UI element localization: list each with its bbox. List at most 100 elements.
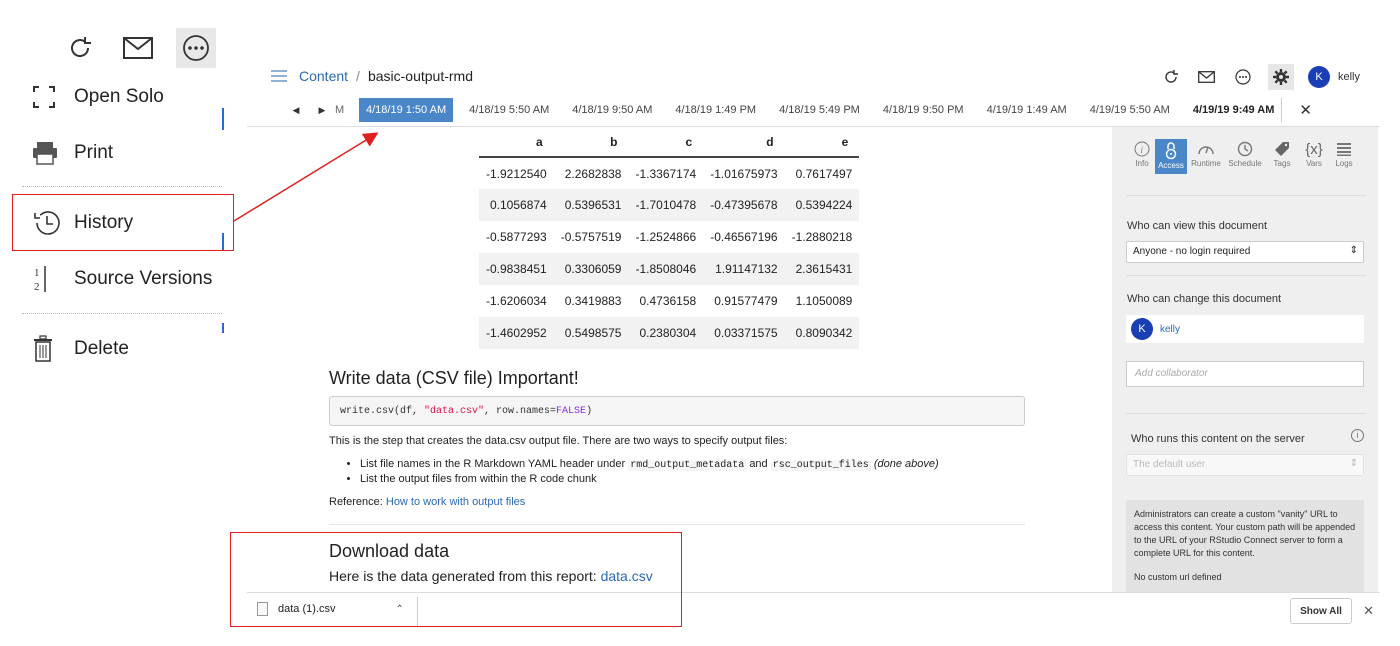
tab-label: Logs [1335,159,1353,168]
more-icon[interactable] [176,28,216,68]
table-header-row: a b c d e [479,127,860,158]
breadcrumb-current: basic-output-rmd [367,68,473,84]
menu-item-label: Delete [74,338,129,359]
table-cell: 0.7617497 [795,166,853,181]
view-access-select[interactable]: Anyone - no login required ⇕ [1126,241,1364,263]
info-icon[interactable]: i [1351,429,1364,442]
braces-icon: {x} [1305,140,1323,158]
table-cell: 0.91577479 [714,294,778,308]
close-icon[interactable]: ✕ [1363,603,1374,619]
table-cell: -1.7010478 [628,189,704,221]
table-cell: -1.3367174 [635,166,697,181]
mail-icon[interactable] [1196,66,1218,88]
tab-access[interactable]: Access [1155,139,1187,174]
collaborator-entry[interactable]: K kelly [1126,315,1364,343]
next-version-arrow[interactable]: ▶ [309,105,335,116]
lock-icon [1155,141,1187,161]
inline-code: rmd_output_metadata [628,460,747,471]
tab-tags[interactable]: Tags [1266,139,1298,174]
version-item[interactable]: 4/18/19 5:49 PM [772,98,867,122]
breadcrumb-separator: / [356,68,360,84]
vanity-description: Administrators can create a custom "vani… [1134,509,1356,558]
hamburger-icon[interactable] [271,67,287,85]
menu-item-print[interactable]: Print [22,127,222,179]
intro-paragraph: This is the step that creates the data.c… [329,435,788,447]
runs-as-select: The default user ⇕ [1126,454,1364,476]
breadcrumb-content-link[interactable]: Content [299,68,348,84]
gear-icon[interactable] [1267,64,1294,90]
list-item: List the output files from within the R … [360,473,939,488]
gauge-icon [1188,139,1224,159]
tab-label: Vars [1306,159,1322,168]
prev-version-arrow[interactable]: ◀ [283,105,309,116]
table-cell: 0.5394224 [784,189,860,221]
vanity-url-note: Administrators can create a custom "vani… [1126,500,1364,592]
version-item[interactable]: 4/18/19 9:50 AM [565,98,659,122]
change-access-label: Who can change this document [1127,293,1282,305]
avatar[interactable]: K [1307,66,1330,88]
table-cell: 0.3306059 [553,253,629,285]
table-cell: -1.2880218 [791,230,853,244]
table-cell: 1.91147132 [703,253,785,285]
reference-link[interactable]: How to work with output files [386,496,525,508]
menu-item-source-versions[interactable]: 12 Source Versions [22,253,222,305]
column-header: c [628,127,704,158]
column-header: b [553,127,629,158]
more-icon[interactable] [1232,66,1254,88]
table-cell: 0.4736158 [639,294,697,308]
version-item[interactable]: 4/19/19 5:50 AM [1083,98,1177,122]
view-access-label: Who can view this document [1127,220,1268,232]
select-value: The default user [1133,459,1206,470]
tab-logs[interactable]: Logs [1330,139,1358,174]
refresh-icon[interactable] [1160,66,1182,88]
info-icon: i [1130,139,1154,159]
version-item[interactable]: 4/19/19 1:49 AM [980,98,1074,122]
svg-text:1: 1 [34,267,40,279]
version-item[interactable]: 4/18/19 1:49 PM [668,98,763,122]
bullet-text: and [749,458,768,470]
table-cell: -1.8508046 [628,253,704,285]
close-icon[interactable]: ✕ [1299,101,1312,119]
bullet-text: List file names in the R Markdown YAML h… [360,458,626,470]
mail-icon[interactable] [118,28,158,68]
add-collaborator-input[interactable]: Add collaborator [1126,361,1364,387]
select-value: Anyone - no login required [1133,246,1251,257]
tab-schedule[interactable]: Schedule [1225,139,1265,174]
table-cell: 1.1050089 [795,294,853,308]
table-row: 0.1056874 0.5396531 -1.7010478 -0.47395678 0… [479,189,860,221]
tab-vars[interactable]: {x} Vars [1299,139,1329,174]
refresh-icon[interactable] [60,28,100,68]
divider [1126,413,1366,414]
edge-accent [222,323,224,333]
logs-icon [1330,139,1358,159]
menu-item-open-solo[interactable]: Open Solo [22,71,222,123]
top-toolbar: K kelly [1160,64,1360,90]
code-token: , row.names= [484,406,557,417]
version-item-current[interactable]: 4/19/19 9:49 AM [1186,98,1283,122]
column-header: d [703,127,785,158]
collaborator-name[interactable]: kelly [1160,324,1180,335]
version-item-selected[interactable]: 4/18/19 1:50 AM [359,98,454,122]
table-cell: 0.8090342 [784,317,860,349]
expand-icon [22,85,74,109]
settings-tabs: i Info Access Runtime Schedule Tags {x} … [1130,139,1359,174]
table-row: -0.5877293 -0.5757519 -1.2524866 -0.4656719… [479,221,859,253]
actions-menu-zoom: Open Solo Print History 12 Source Versio… [0,0,235,646]
tab-runtime[interactable]: Runtime [1188,139,1224,174]
username[interactable]: kelly [1338,71,1360,83]
menu-divider [22,186,222,187]
table-row: -1.9212540 2.2682838 -1.3367174 -1.01675973… [479,157,859,189]
tag-icon [1266,139,1298,159]
tab-info[interactable]: i Info [1130,139,1154,174]
menu-item-delete[interactable]: Delete [22,323,222,375]
show-all-button[interactable]: Show All [1290,598,1352,624]
table-cell: 0.03371575 [703,317,785,349]
divider [1126,195,1366,196]
versions-icon: 12 [22,264,74,294]
version-item[interactable]: 4/18/19 9:50 PM [876,98,971,122]
svg-text:2: 2 [34,281,40,293]
version-item[interactable]: 4/18/19 5:50 AM [462,98,556,122]
code-token: write.csv(df, [340,406,425,417]
tab-label: Info [1135,159,1149,168]
divider [1126,275,1366,276]
